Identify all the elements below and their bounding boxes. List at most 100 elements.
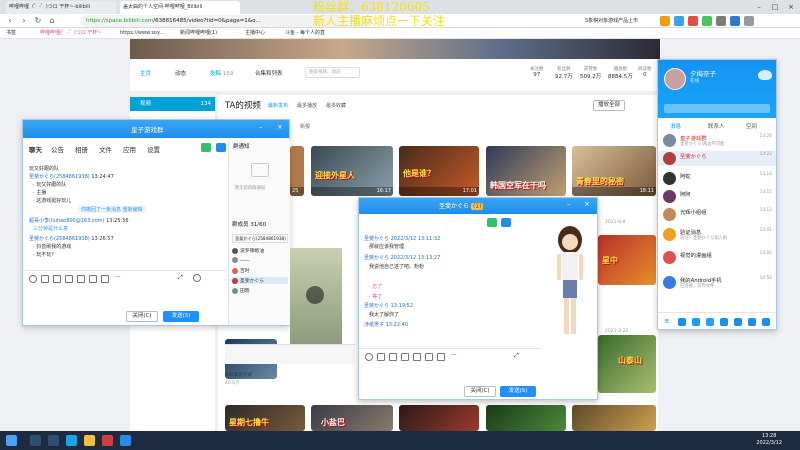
extension-icon[interactable] [716, 16, 726, 26]
emoji-icon[interactable] [365, 353, 373, 361]
video-thumbnail[interactable]: 他是谁？ 17:01 [399, 146, 479, 196]
search-input[interactable] [664, 104, 770, 113]
extension-icon[interactable] [688, 16, 698, 26]
conversation-item[interactable]: 圣斐かぐら 13:22 [658, 151, 776, 166]
sidebar-item-videos[interactable]: 视频 134 [130, 97, 215, 111]
close-icon[interactable]: × [784, 1, 798, 13]
gif-icon[interactable] [377, 353, 385, 361]
maximize-icon[interactable]: □ [768, 1, 782, 13]
shake-icon[interactable] [437, 353, 445, 361]
play-all-button[interactable]: 播放全部 [593, 100, 625, 111]
sort-most-played[interactable]: 最多播放 [297, 102, 317, 109]
tab-home[interactable]: 主页 [140, 69, 151, 77]
video-thumbnail[interactable] [399, 405, 479, 431]
extension-icon[interactable] [730, 16, 740, 26]
send-button[interactable]: 发送(S) [163, 311, 199, 322]
more-icon[interactable]: ··· [115, 274, 121, 281]
expand-icon[interactable]: ⤢ [178, 274, 183, 282]
search-icon[interactable] [30, 435, 41, 446]
gif-icon[interactable] [41, 275, 49, 283]
bookmark-item[interactable]: 新闻哔哩哔哩(1) [180, 29, 217, 38]
bookmark-item[interactable]: 哔哩哔哩(゜-゜)つロ 干杯~ [40, 29, 102, 38]
browser-tab-active[interactable]: 盖太曲的个人空间-哔哩哔哩_Bilibili [120, 1, 240, 14]
bookmark-item[interactable]: 主播中心 [245, 29, 265, 38]
qq-status[interactable]: 在线 [690, 78, 699, 84]
video-thumbnail[interactable] [572, 405, 656, 431]
menu-icon[interactable] [744, 16, 754, 26]
image-icon[interactable] [89, 275, 97, 283]
shake-icon[interactable] [101, 275, 109, 283]
avatar[interactable] [664, 68, 686, 90]
close-icon[interactable]: × [584, 200, 590, 208]
tab-apps[interactable]: 应用 [123, 144, 136, 154]
tab-uploads[interactable]: 投稿 159 [210, 69, 233, 77]
conversation-item[interactable]: 皇子游戏群 圣斐かぐら:两边不可能 13:26 [658, 133, 776, 148]
tab-settings[interactable]: 设置 [147, 144, 160, 154]
tab-collections[interactable]: 合集和列表 [255, 69, 283, 77]
member-item[interactable]: 圣斐かぐら [232, 277, 288, 284]
forward-icon[interactable]: › [18, 15, 30, 27]
back-icon[interactable]: ‹ [4, 15, 16, 27]
scissors-icon[interactable] [53, 275, 61, 283]
tab-files[interactable]: 文件 [99, 144, 112, 154]
minimize-icon[interactable]: – [752, 1, 766, 13]
conversation-item[interactable]: 我的Android手机 已连接，可传文件 10:50 [658, 275, 776, 290]
qq-nickname[interactable]: 夕梅奈子 [690, 68, 716, 78]
app-icon[interactable] [102, 435, 113, 446]
folder-icon[interactable] [401, 353, 409, 361]
video-call-icon[interactable] [216, 143, 226, 152]
message-input[interactable] [363, 364, 539, 382]
bookmark-item[interactable]: https://www.soy... [120, 29, 164, 38]
explorer-icon[interactable] [84, 435, 95, 446]
member-item[interactable]: 波罗辣椒油 [232, 247, 264, 254]
emoji-icon[interactable] [29, 275, 37, 283]
video-thumbnail[interactable]: 迎接外星人 16:17 [311, 146, 393, 196]
app-icon[interactable] [762, 318, 770, 326]
app-icon[interactable] [678, 318, 686, 326]
tab-messages[interactable]: 消息 [670, 122, 681, 130]
phone-icon[interactable] [201, 143, 211, 152]
more-icon[interactable]: ··· [451, 352, 457, 359]
app-icon[interactable] [692, 318, 700, 326]
refresh-icon[interactable]: ↻ [32, 15, 44, 27]
video-title[interactable]: 再长高的方式 [225, 372, 252, 378]
video-thumbnail[interactable]: 青春里的秘密 18:11 [572, 146, 656, 196]
extension-icon[interactable] [674, 16, 684, 26]
phone-icon[interactable] [487, 218, 497, 227]
extension-icon[interactable] [660, 16, 670, 26]
tab-dynamic[interactable]: 动态 [175, 69, 186, 77]
tab-chat[interactable]: 聊天 [29, 144, 42, 154]
qq-icon[interactable] [120, 435, 131, 446]
conversation-item[interactable]: 验证消息 验证：圣斐かぐら加入群 13:01 [658, 227, 776, 242]
conversation-item[interactable]: 阿阿 13:15 [658, 189, 776, 204]
video-thumbnail[interactable]: 25 [290, 146, 304, 196]
video-thumbnail[interactable]: 小盐巴 [311, 405, 393, 431]
browser-tab[interactable]: 哔哩哔哩（゜-゜)つロ 干杯~-bilibili [6, 1, 116, 14]
news-ticker[interactable]: S象棋对象游戏产品上市 [585, 17, 638, 24]
member-item[interactable]: 吉时 [232, 267, 250, 274]
start-icon[interactable] [6, 435, 17, 446]
conversation-item[interactable]: 光辉小组组 13:12 [658, 207, 776, 222]
app-icon[interactable] [706, 318, 714, 326]
member-item[interactable]: 田晓 [232, 287, 250, 294]
send-button[interactable]: 发送(S) [500, 386, 536, 397]
conversation-item[interactable]: 视觉的漫画组 13:00 [658, 250, 776, 265]
app-icon[interactable] [748, 318, 756, 326]
bookmark-item[interactable]: 书签 [6, 29, 16, 38]
music-icon[interactable] [413, 353, 421, 361]
folder-icon[interactable] [65, 275, 73, 283]
weather-icon[interactable] [758, 70, 772, 80]
minimize-icon[interactable]: – [259, 123, 263, 131]
tab-contacts[interactable]: 联系人 [708, 122, 725, 130]
close-button[interactable]: 关闭(C) [126, 311, 158, 322]
video-thumbnail[interactable]: 星中 [598, 235, 656, 285]
member-item[interactable]: —— [232, 257, 250, 264]
tab-qzone[interactable]: 空间 [746, 122, 757, 130]
message-input[interactable] [27, 286, 223, 306]
taskview-icon[interactable] [48, 435, 59, 446]
home-icon[interactable]: ⌂ [46, 15, 58, 27]
app-icon[interactable] [734, 318, 742, 326]
video-thumbnail[interactable]: 山泰山 [598, 335, 656, 393]
sort-latest[interactable]: 最新发布 [268, 102, 288, 109]
close-icon[interactable]: × [277, 123, 283, 131]
